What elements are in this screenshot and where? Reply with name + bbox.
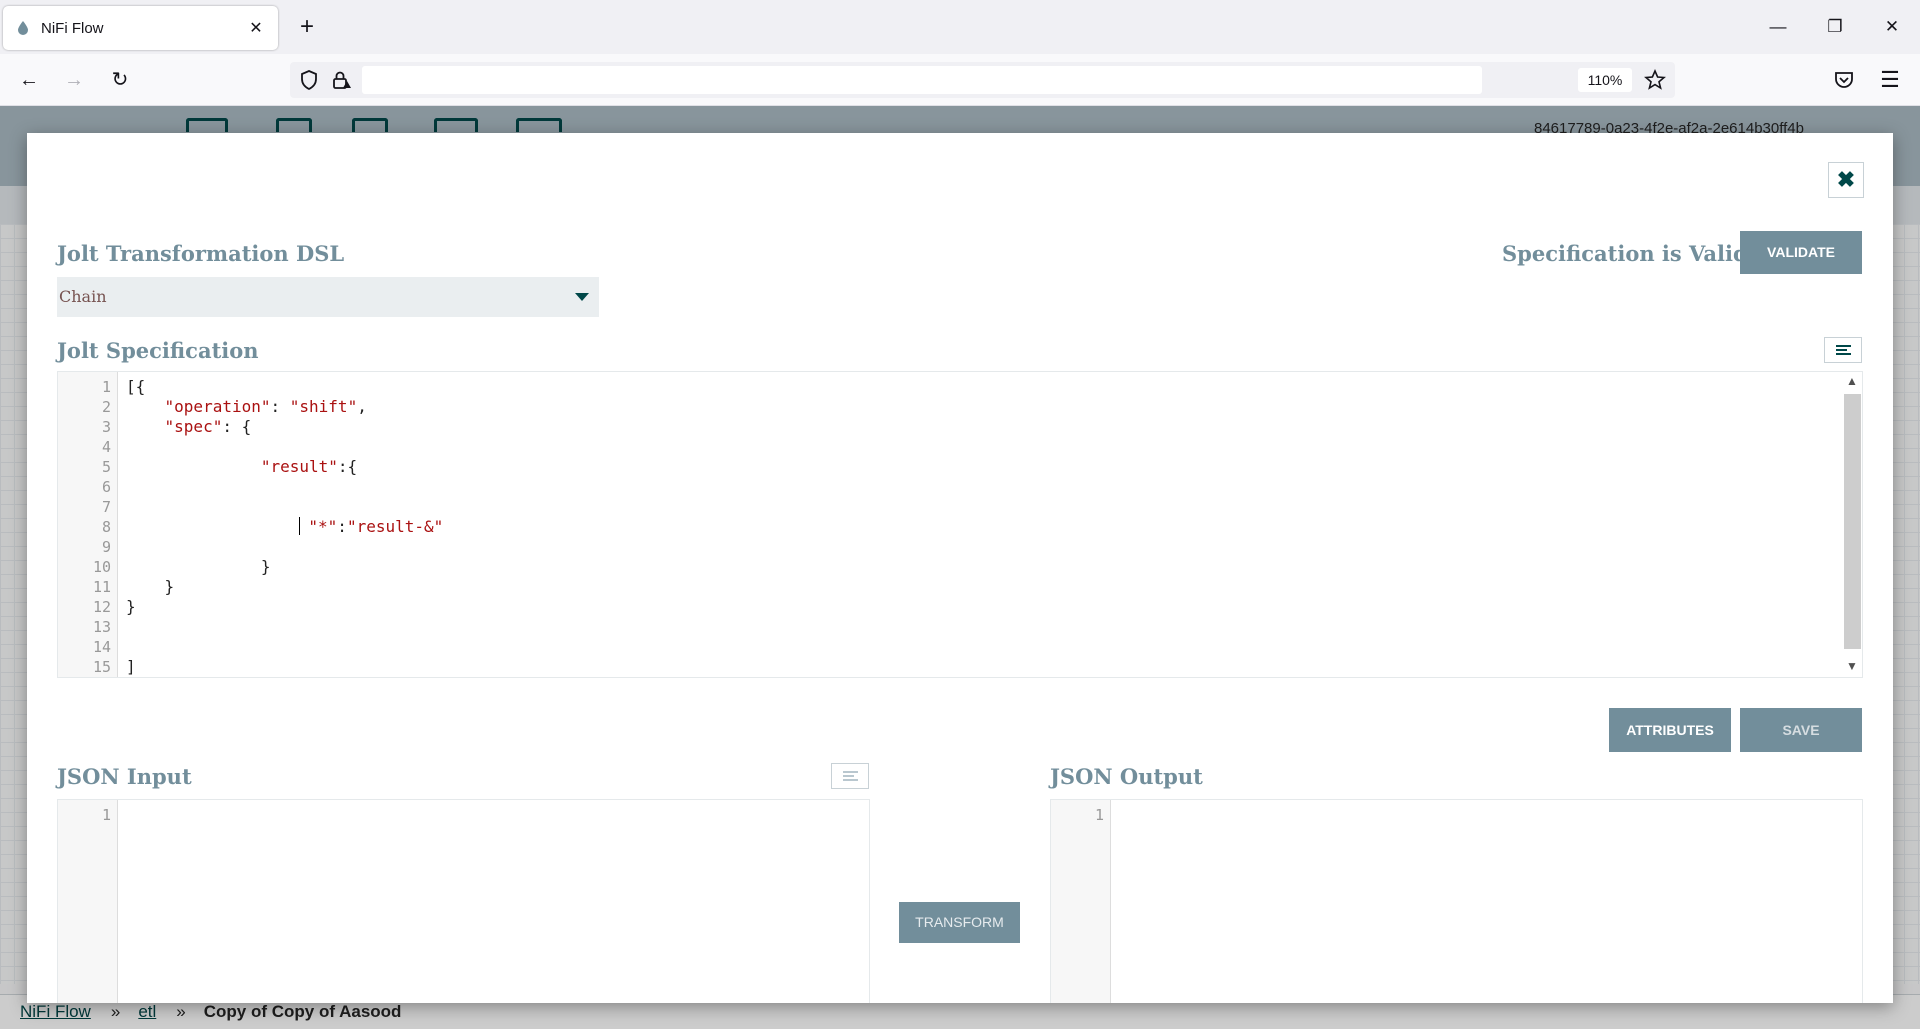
code-line: "operation": "shift",	[164, 397, 367, 416]
line-number-gutter: 1	[58, 800, 118, 1003]
save-button[interactable]: SAVE	[1740, 708, 1862, 752]
line-number: 15	[92, 658, 111, 676]
spec-title: Jolt Specification	[57, 338, 259, 363]
bookmark-star-icon[interactable]	[1644, 69, 1666, 91]
format-spec-button[interactable]	[1824, 337, 1862, 363]
dialog-close-button[interactable]: ✖	[1828, 162, 1864, 198]
json-input-title: JSON Input	[57, 764, 192, 789]
tab-close-icon[interactable]: ✕	[246, 18, 266, 38]
new-tab-button[interactable]: +	[294, 12, 320, 42]
line-number: 4	[101, 438, 111, 456]
json-output-title: JSON Output	[1050, 764, 1203, 789]
line-number: 14	[92, 638, 111, 656]
browser-tab[interactable]: NiFi Flow ✕	[3, 6, 278, 50]
window-close-icon[interactable]: ✕	[1872, 10, 1912, 44]
line-number: 1	[101, 806, 111, 824]
scroll-up-icon[interactable]: ▲	[1842, 372, 1862, 390]
line-number: 11	[92, 578, 111, 596]
line-number: 6	[101, 478, 111, 496]
caret-down-icon	[575, 293, 589, 301]
url-input[interactable]	[362, 66, 1482, 94]
code-line: "result":{	[260, 457, 358, 476]
browser-navbar: ← → ↻ 110% ☰	[0, 54, 1920, 106]
line-number: 13	[92, 618, 111, 636]
back-icon[interactable]: ←	[12, 63, 46, 97]
code-line: }	[126, 597, 136, 616]
code-line: }	[126, 577, 175, 596]
dsl-select[interactable]: Chain	[57, 277, 599, 317]
line-number: 8	[101, 518, 111, 536]
validation-status: Specification is Valid	[1502, 241, 1748, 266]
zoom-level[interactable]: 110%	[1578, 68, 1632, 92]
spec-editor[interactable]: 1 2 3 4 5 6 7 8 9 10 11 12 13 14 15 [{ "operation": "s…	[57, 371, 1863, 678]
line-number: 1	[1094, 806, 1104, 824]
line-number-gutter: 1	[1051, 800, 1111, 1003]
spec-scrollbar[interactable]: ▲ ▼	[1842, 372, 1862, 677]
nifi-drop-icon	[18, 21, 28, 35]
minimize-icon[interactable]: —	[1758, 10, 1798, 44]
dsl-title: Jolt Transformation DSL	[57, 241, 345, 266]
line-number-gutter: 1 2 3 4 5 6 7 8 9 10 11 12 13 14 15	[58, 372, 118, 677]
tab-title: NiFi Flow	[41, 19, 104, 37]
line-number: 10	[92, 558, 111, 576]
forward-icon[interactable]: →	[57, 63, 91, 97]
attributes-button[interactable]: ATTRIBUTES	[1609, 708, 1731, 752]
pocket-icon[interactable]	[1833, 69, 1855, 91]
shield-icon[interactable]	[298, 69, 320, 91]
validate-button[interactable]: VALIDATE	[1740, 231, 1862, 274]
line-number: 9	[101, 538, 111, 556]
browser-tab-strip: NiFi Flow ✕ + — ❐ ✕	[0, 0, 1920, 54]
format-input-button[interactable]	[831, 763, 869, 789]
json-input-editor[interactable]: 1	[57, 799, 870, 1003]
line-number: 7	[101, 498, 111, 516]
transform-button[interactable]: TRANSFORM	[899, 902, 1020, 943]
code-line: "*":"result-&"	[126, 517, 443, 536]
code-line: }	[126, 557, 271, 576]
address-bar[interactable]: 110%	[290, 62, 1675, 98]
format-align-icon	[1836, 345, 1851, 357]
line-number: 3	[101, 418, 111, 436]
line-number: 5	[101, 458, 111, 476]
code-line: [{	[126, 377, 146, 396]
line-number: 2	[101, 398, 111, 416]
menu-icon[interactable]: ☰	[1873, 63, 1907, 97]
scroll-down-icon[interactable]: ▼	[1842, 657, 1862, 675]
json-output-editor: 1	[1050, 799, 1863, 1003]
lock-warning-icon[interactable]	[330, 69, 352, 91]
dsl-select-value: Chain	[59, 287, 107, 306]
format-align-icon	[843, 771, 858, 783]
reload-icon[interactable]: ↻	[103, 63, 137, 97]
scrollbar-thumb[interactable]	[1844, 394, 1861, 649]
line-number: 12	[92, 598, 111, 616]
code-line: ]	[126, 657, 136, 676]
line-number: 1	[101, 378, 111, 396]
text-cursor	[299, 517, 301, 535]
restore-icon[interactable]: ❐	[1815, 10, 1855, 44]
code-line: "spec": {	[164, 417, 252, 436]
jolt-advanced-dialog: ✖ Jolt Transformation DSL Chain Specific…	[27, 133, 1893, 1003]
